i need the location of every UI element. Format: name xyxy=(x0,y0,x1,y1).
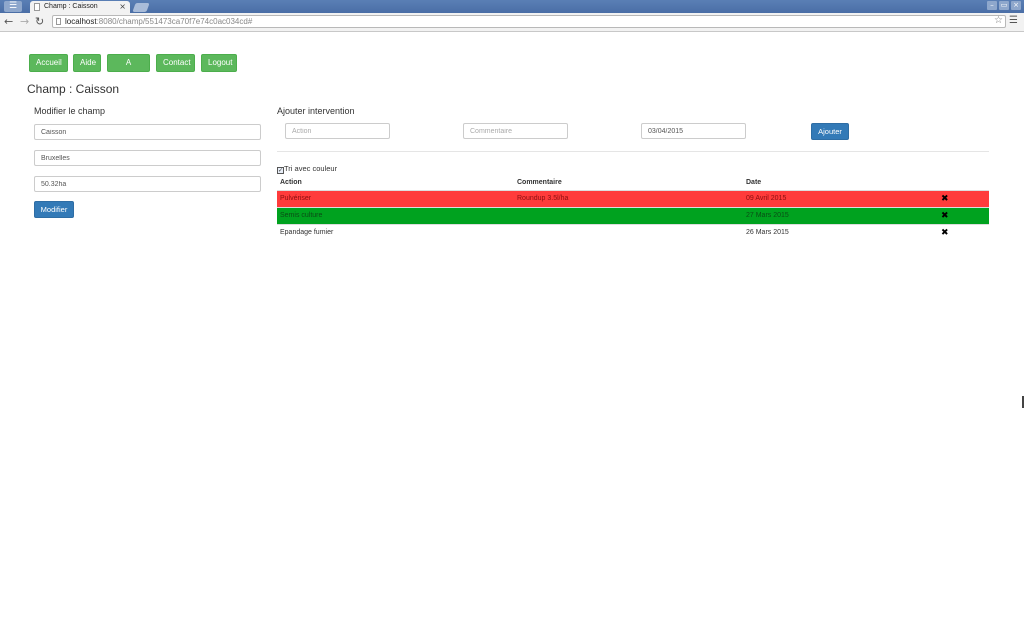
date-input[interactable] xyxy=(641,123,746,139)
contact-button[interactable]: Contact xyxy=(156,54,195,72)
browser-menu-icon[interactable]: ☰ xyxy=(4,1,22,12)
table-row: Semis culture 27 Mars 2015 ✖ xyxy=(277,207,989,224)
sort-checkbox[interactable]: ✓ xyxy=(277,167,284,174)
home-button[interactable]: Accueil xyxy=(29,54,68,72)
tab-title: Champ : Caisson xyxy=(44,3,98,10)
browser-toolbar: ← → ↻ localhost:8080/champ/551473ca70f7e… xyxy=(0,13,1024,32)
about-button[interactable]: A propos xyxy=(107,54,150,83)
interventions-table: Action Commentaire Date Pulvériser Round… xyxy=(277,175,989,241)
url-host: localhost xyxy=(65,17,97,26)
maximize-button[interactable]: ▭ xyxy=(999,1,1009,10)
form-divider xyxy=(277,151,989,152)
minimize-button[interactable]: – xyxy=(987,1,997,10)
delete-icon[interactable]: ✖ xyxy=(941,191,949,207)
page-title: Champ : Caisson xyxy=(27,82,120,96)
comment-input[interactable] xyxy=(463,123,568,139)
address-bar[interactable]: localhost:8080/champ/551473ca70f7e74c0ac… xyxy=(52,15,1006,28)
add-intervention-button[interactable]: Ajouter xyxy=(811,123,849,140)
page-icon xyxy=(34,3,40,11)
row-action: Pulvériser xyxy=(280,195,312,202)
hamburger-menu-icon[interactable]: ☰ xyxy=(1009,15,1018,26)
row-date: 27 Mars 2015 xyxy=(746,212,789,219)
table-row: Pulvériser Roundup 3.5l/ha 09 Avril 2015… xyxy=(277,190,989,207)
tab-close-icon[interactable]: × xyxy=(119,1,126,13)
row-action: Epandage fumier xyxy=(280,229,334,236)
row-date: 09 Avril 2015 xyxy=(746,195,787,202)
new-tab-button[interactable] xyxy=(132,3,150,12)
logout-button[interactable]: Logout xyxy=(201,54,237,72)
modify-button[interactable]: Modifier xyxy=(34,201,74,218)
field-city-input[interactable] xyxy=(34,150,261,166)
reload-icon[interactable]: ↻ xyxy=(35,15,44,29)
bookmark-star-icon[interactable]: ☆ xyxy=(994,15,1003,26)
table-row: Epandage fumier 26 Mars 2015 ✖ xyxy=(277,224,989,241)
window-controls: – ▭ × xyxy=(987,1,1021,10)
table-header: Action Commentaire Date xyxy=(277,175,989,190)
action-input[interactable] xyxy=(285,123,390,139)
intervention-form-title: Ajouter intervention xyxy=(277,106,355,116)
delete-icon[interactable]: ✖ xyxy=(941,208,949,224)
row-comment: Roundup 3.5l/ha xyxy=(517,195,569,202)
field-area-input[interactable] xyxy=(34,176,261,192)
header-action: Action xyxy=(280,179,302,186)
header-comment: Commentaire xyxy=(517,179,562,186)
delete-icon[interactable]: ✖ xyxy=(941,225,949,241)
help-button[interactable]: Aide xyxy=(73,54,101,72)
back-icon[interactable]: ← xyxy=(4,15,13,29)
page-icon xyxy=(56,18,61,25)
sort-label: Tri avec couleur xyxy=(284,164,338,173)
close-window-button[interactable]: × xyxy=(1011,1,1021,10)
url-path: :8080/champ/551473ca70f7e74c0ac034cd# xyxy=(96,17,253,26)
browser-tab[interactable]: Champ : Caisson × xyxy=(30,1,130,13)
field-name-input[interactable] xyxy=(34,124,261,140)
edit-form-title: Modifier le champ xyxy=(34,106,106,116)
sort-toggle[interactable]: ✓Tri avec couleur xyxy=(277,164,337,174)
forward-icon[interactable]: → xyxy=(20,15,29,29)
header-date: Date xyxy=(746,179,762,186)
row-date: 26 Mars 2015 xyxy=(746,229,789,236)
browser-title-bar: ☰ Champ : Caisson × – ▭ × xyxy=(0,0,1024,13)
row-action: Semis culture xyxy=(280,212,323,219)
